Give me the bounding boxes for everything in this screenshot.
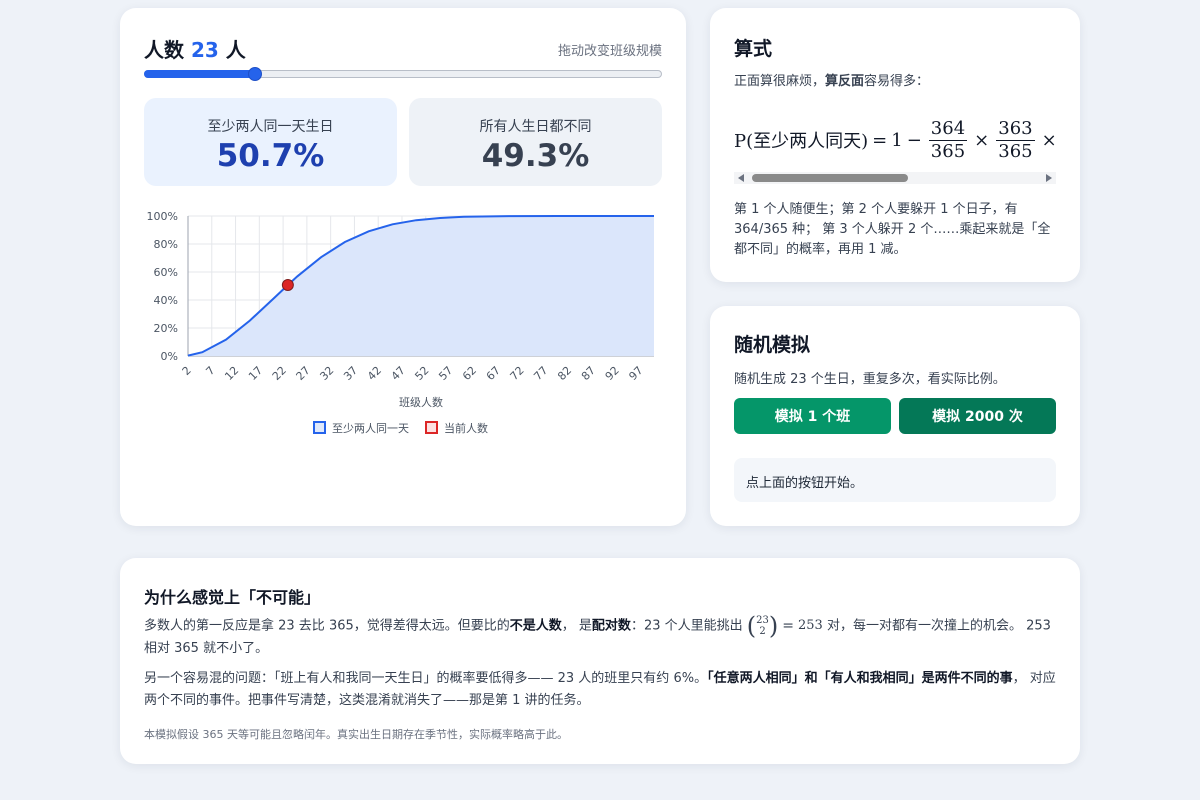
p1-text-a: 多数人的第一反应是拿 23 去比 365，觉得差得太远。但要比的	[144, 618, 510, 634]
binom-equals: =	[782, 618, 794, 634]
shared-birthday-value: 50.7%	[216, 138, 325, 174]
distinct-birthday-stat: 所有人生日都不同 49.3%	[409, 98, 662, 186]
simulation-card: 随机模拟 随机生成 23 个生日，重复多次，看实际比例。 模拟 1 个班 模拟 …	[710, 306, 1080, 526]
fraction-1-denominator: 365	[930, 140, 966, 162]
simulation-title: 随机模拟	[734, 334, 811, 356]
formula-intro-suffix: 容易得多：	[864, 74, 930, 89]
p2-text-a: 另一个容易混的问题：「班上有人和我同一天生日」的概率要低得多—— 23 人的班里…	[144, 671, 708, 686]
formula-fraction-2: 363 365	[996, 117, 1035, 163]
x-tick-label: 7	[203, 364, 217, 378]
class-size-title: 人数 23 人	[144, 34, 246, 63]
fraction-2-denominator: 365	[998, 140, 1033, 162]
x-tick-label: 87	[579, 364, 598, 383]
shared-birthday-label: 至少两人同一天生日	[207, 119, 334, 135]
explanation-title: 为什么感觉上「不可能」	[144, 588, 321, 607]
formula-explanation: 第 1 个人随便生；第 2 个人要躲开 1 个日子，有 364/365 种； 第…	[734, 202, 1051, 257]
binomial-coefficient: ( 23 2 ) = 253	[746, 612, 823, 640]
binom-top: 23	[756, 615, 769, 626]
x-tick-label: 82	[555, 364, 574, 383]
class-size-value: 23	[190, 38, 219, 62]
legend-label-series: 至少两人同一天	[332, 422, 409, 435]
x-tick-label: 62	[460, 364, 479, 383]
slider-fill	[144, 70, 255, 78]
x-axis-label: 班级人数	[399, 396, 443, 409]
x-tick-label: 2	[180, 364, 194, 378]
y-tick-label: 40%	[154, 294, 178, 307]
x-tick-label: 42	[365, 364, 384, 383]
fraction-1-numerator: 364	[928, 117, 968, 141]
class-size-suffix: 人	[225, 38, 246, 62]
formula-one: 1	[891, 129, 903, 151]
x-tick-label: 52	[412, 364, 431, 383]
formula-intro: 正面算很麻烦，算反面容易得多：	[734, 70, 929, 89]
probability-chart: 0%20%40%60%80%100%2 7 12 17 22 27 32 37 42 47 52 57…	[147, 210, 654, 435]
y-tick-label: 100%	[147, 210, 178, 223]
legend-label-marker: 当前人数	[444, 421, 488, 435]
x-tick-label: 32	[317, 364, 336, 383]
p1-text-d: ：23 个人里能挑出	[630, 618, 743, 634]
series-area	[188, 216, 654, 356]
simulate-2000-button[interactable]: 模拟 2000 次	[899, 398, 1056, 434]
formula-intro-bold: 算反面	[825, 74, 865, 89]
x-tick-label: 97	[626, 364, 645, 383]
class-size-prefix: 人数	[144, 38, 184, 62]
x-tick-label: 72	[508, 364, 527, 383]
probability-card: 人数 23 人 拖动改变班级规模 至少两人同一天生日 50.7% 所有人生日都不…	[120, 8, 686, 526]
simulation-result: 点上面的按钮开始。	[734, 458, 1056, 502]
formula-fraction-1: 364 365	[928, 117, 968, 163]
x-tick-label: 57	[436, 364, 455, 383]
x-tick-label: 27	[294, 364, 313, 383]
simulate-one-class-button[interactable]: 模拟 1 个班	[734, 398, 891, 434]
x-tick-label: 12	[222, 364, 241, 383]
x-tick-label: 47	[389, 364, 408, 383]
shared-birthday-stat: 至少两人同一天生日 50.7%	[144, 98, 397, 186]
formula-expression: P(至少两人同天) = 1 − 364 365 × 363 365 ×	[734, 112, 1056, 168]
fraction-2-numerator: 363	[996, 117, 1035, 141]
slider-hint: 拖动改变班级规模	[557, 44, 662, 59]
x-tick-label: 37	[341, 364, 360, 383]
distinct-birthday-label: 所有人生日都不同	[479, 119, 592, 135]
formula-title: 算式	[734, 38, 773, 60]
slider-thumb[interactable]	[248, 67, 262, 81]
y-tick-label: 80%	[154, 238, 178, 251]
formula-scrollbar[interactable]	[734, 172, 1056, 184]
assumption-note: 本模拟假设 365 天等可能且忽略闰年。真实出生日期存在季节性，实际概率略高于此…	[144, 728, 568, 741]
formula-times-2: ×	[1041, 129, 1056, 151]
binom-bottom: 2	[759, 626, 766, 637]
formula-times-1: ×	[974, 129, 990, 151]
x-tick-label: 67	[484, 364, 503, 383]
binom-value: 253	[797, 618, 823, 633]
p1-bold-b: 配对数	[591, 618, 631, 634]
x-tick-label: 17	[246, 364, 265, 383]
explanation-card: 为什么感觉上「不可能」 多数人的第一反应是拿 23 去比 365，觉得差得太远。…	[120, 558, 1080, 764]
formula-lhs: P(至少两人同天)	[734, 131, 869, 152]
legend-swatch-series	[313, 421, 326, 434]
x-tick-label: 22	[270, 364, 289, 383]
explanation-paragraph-1: 多数人的第一反应是拿 23 去比 365，觉得差得太远。但要比的不是人数， 是配…	[144, 614, 1056, 660]
formula-card: 算式 正面算很麻烦，算反面容易得多： P(至少两人同天) = 1 − 364 3…	[710, 8, 1080, 282]
y-tick-label: 60%	[154, 266, 178, 279]
legend-swatch-marker	[425, 421, 438, 434]
scrollbar-thumb[interactable]	[752, 174, 908, 182]
p1-text-c: ， 是	[561, 618, 592, 634]
simulation-intro: 随机生成 23 个生日，重复多次，看实际比例。	[734, 372, 1006, 387]
x-tick-label: 77	[531, 364, 550, 383]
p1-bold-a: 不是人数	[509, 618, 562, 634]
y-tick-label: 0%	[161, 350, 178, 363]
class-size-slider[interactable]	[144, 67, 662, 81]
formula-intro-prefix: 正面算很麻烦，	[734, 74, 826, 89]
scroll-right-icon[interactable]	[1046, 174, 1052, 182]
current-size-marker	[281, 279, 294, 292]
formula-minus: −	[906, 129, 922, 151]
distinct-birthday-value: 49.3%	[481, 138, 590, 174]
explanation-paragraph-2: 另一个容易混的问题：「班上有人和我同一天生日」的概率要低得多—— 23 人的班里…	[144, 668, 1056, 712]
y-tick-label: 20%	[154, 322, 178, 335]
x-tick-label: 92	[603, 364, 622, 383]
scroll-left-icon[interactable]	[738, 174, 744, 182]
p2-bold: 「任意两人相同」和「有人和我相同」是两件不同的事	[707, 671, 1013, 686]
formula-equals: =	[872, 129, 888, 151]
